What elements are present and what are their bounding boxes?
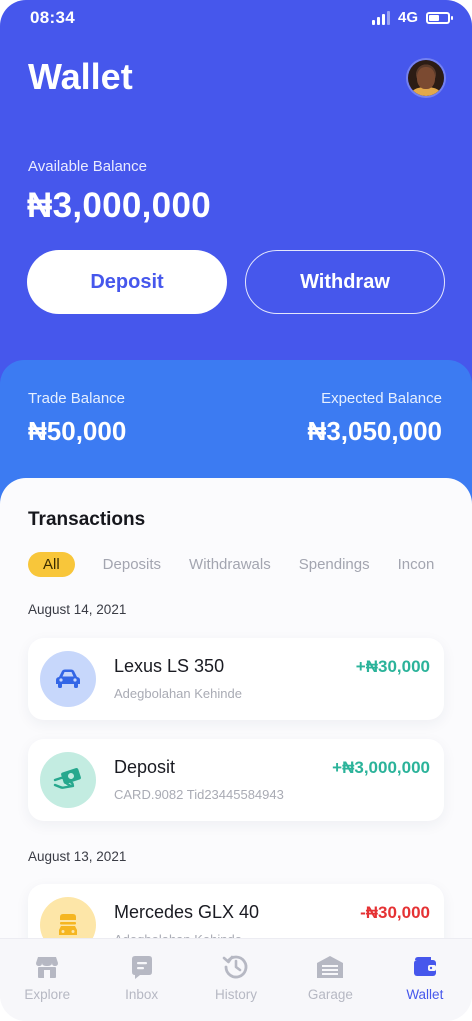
trade-balance-amount: ₦50,000 [28, 416, 127, 446]
nav-label: Inbox [125, 987, 159, 1002]
battery-icon [426, 11, 453, 24]
page-title: Wallet [28, 56, 133, 97]
wallet-screen: 08:34 4G Wallet Available Balance ₦3,000… [0, 0, 472, 1021]
withdraw-button[interactable]: Withdraw [245, 250, 445, 314]
available-balance-amount: ₦3,000,000 [27, 186, 211, 225]
network-type: 4G [397, 9, 418, 26]
status-bar: 08:34 4G [0, 0, 472, 36]
filter-income[interactable]: Incon [398, 556, 435, 573]
avatar-face [417, 67, 435, 89]
nav-label: Wallet [406, 987, 444, 1002]
available-balance-label: Available Balance [28, 158, 147, 175]
transaction-item[interactable]: Deposit CARD.9082 Tid23445584943 +₦3,000… [28, 739, 444, 821]
nav-item-garage[interactable]: Garage [283, 939, 377, 1021]
date-header: August 14, 2021 [28, 602, 127, 617]
nav-label: Garage [307, 987, 353, 1002]
nav-label: Explore [24, 987, 71, 1002]
expected-balance-label: Expected Balance [321, 390, 442, 407]
transaction-name: Deposit [114, 757, 176, 777]
avatar[interactable] [408, 60, 444, 96]
trade-balance-label: Trade Balance [28, 390, 126, 407]
store-icon [36, 957, 59, 978]
transaction-filter-tabs: All Deposits Withdrawals Spendings Incon [28, 552, 462, 577]
expected-balance-amount: ₦3,050,000 [307, 416, 442, 446]
history-icon [222, 955, 248, 979]
deposit-button[interactable]: Deposit [27, 250, 227, 314]
nav-item-inbox[interactable]: Inbox [94, 939, 188, 1021]
transactions-title: Transactions [28, 509, 146, 530]
bottom-navigation: Explore Inbox History Garage Wallet [0, 938, 472, 1021]
status-indicators: 4G [371, 9, 453, 26]
transaction-amount: -₦30,000 [360, 903, 430, 922]
signal-icon [371, 10, 390, 25]
nav-label: History [215, 987, 258, 1002]
transaction-detail: Adegbolahan Kehinde [114, 686, 242, 701]
transaction-amount: +₦30,000 [355, 657, 430, 676]
transaction-detail: CARD.9082 Tid23445584943 [114, 787, 284, 802]
date-header: August 13, 2021 [28, 849, 127, 864]
nav-item-explore[interactable]: Explore [0, 939, 94, 1021]
nav-item-history[interactable]: History [189, 939, 283, 1021]
cash-icon [40, 752, 96, 808]
filter-all[interactable]: All [28, 552, 75, 577]
nav-item-wallet[interactable]: Wallet [378, 939, 472, 1021]
header-panel: 08:34 4G Wallet Available Balance ₦3,000… [0, 0, 472, 420]
transaction-name: Mercedes GLX 40 [114, 902, 260, 922]
transaction-name: Lexus LS 350 [114, 656, 225, 676]
transaction-item[interactable]: Lexus LS 350 Adegbolahan Kehinde +₦30,00… [28, 638, 444, 720]
chat-icon [131, 956, 152, 979]
filter-deposits[interactable]: Deposits [103, 556, 161, 573]
filter-withdrawals[interactable]: Withdrawals [189, 556, 271, 573]
filter-spendings[interactable]: Spendings [299, 556, 370, 573]
status-time: 08:34 [30, 8, 75, 27]
transaction-amount: +₦3,000,000 [332, 758, 430, 777]
garage-icon [317, 956, 344, 978]
wallet-icon [413, 957, 436, 976]
car-icon [40, 651, 96, 707]
